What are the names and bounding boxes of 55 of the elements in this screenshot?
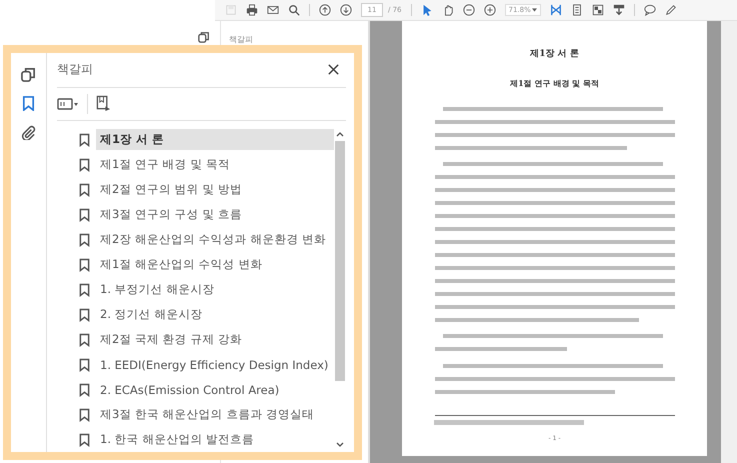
bookmark-icon <box>79 332 90 346</box>
options-icon[interactable] <box>57 96 79 111</box>
bookmark-icon[interactable] <box>21 96 36 111</box>
pages-icon[interactable] <box>198 31 210 43</box>
new-bookmark-icon[interactable] <box>96 95 111 112</box>
panel-title: 책갈피 <box>57 61 93 78</box>
print-icon[interactable] <box>246 4 258 16</box>
bookmark-icon <box>79 358 90 372</box>
bookmark-item[interactable]: 2. 정기선 해운시장 <box>96 304 334 325</box>
scroll-down-icon[interactable] <box>336 442 344 448</box>
bookmark-icon <box>79 132 90 146</box>
paperclip-icon[interactable] <box>21 125 36 140</box>
section-heading: 제1절 연구 배경 및 목적 <box>510 78 599 89</box>
cursor-icon[interactable] <box>420 4 432 16</box>
zoom-out-icon[interactable] <box>462 4 474 16</box>
bookmark-item[interactable]: 제2절 연구의 범위 및 방법 <box>96 179 334 200</box>
scroll-up-icon[interactable] <box>336 131 344 137</box>
scrollbar[interactable] <box>721 21 737 463</box>
bookmark-item[interactable]: 1. 한국 해운산업의 발전흐름 <box>96 429 334 450</box>
bookmark-icon <box>79 208 90 222</box>
bookmark-item[interactable]: 1. EEDI(Energy Efficiency Design Index) <box>96 354 334 374</box>
bookmark-item[interactable]: 제2장 해운산업의 수익성과 해운환경 변화 <box>96 229 334 250</box>
close-icon[interactable] <box>327 63 340 76</box>
bookmark-icon <box>79 408 90 422</box>
bookmark-item[interactable]: 제3절 연구의 구성 및 흐름 <box>96 204 334 225</box>
bookmark-icon <box>79 282 90 296</box>
page-up-icon[interactable] <box>319 4 331 16</box>
search-icon[interactable] <box>288 4 300 16</box>
bookmark-item[interactable]: 제2절 국제 환경 규제 강화 <box>96 329 334 350</box>
bookmark-icon <box>79 308 90 322</box>
bookmark-item[interactable]: 1. 부정기선 해운시장 <box>96 279 334 300</box>
zoom-in-icon[interactable] <box>484 4 496 16</box>
fullscreen-icon[interactable] <box>592 4 604 16</box>
bookmark-icon <box>79 382 90 396</box>
bookmark-item[interactable]: 2. ECAs(Emission Control Area) <box>96 380 334 400</box>
panel-title: 책갈피 <box>229 35 253 44</box>
mail-icon[interactable] <box>267 4 279 16</box>
chapter-heading: 제1장 서 론 <box>530 48 579 60</box>
bookmark-item[interactable]: 제1절 연구 배경 및 목적 <box>96 154 334 175</box>
bookmark-icon <box>79 232 90 246</box>
bookmark-icon <box>79 432 90 446</box>
fit-page-icon[interactable] <box>550 4 562 16</box>
bookmark-icon <box>79 158 90 172</box>
bookmark-icon <box>79 258 90 272</box>
caret-icon <box>532 8 536 12</box>
pen-icon[interactable] <box>664 4 676 16</box>
page-down-icon[interactable] <box>340 4 352 16</box>
bookmark-item[interactable]: 제1절 해운산업의 수익성 변화 <box>96 254 334 275</box>
document-icon[interactable] <box>570 4 582 16</box>
comment-icon[interactable] <box>644 4 656 16</box>
bookmark-icon <box>79 182 90 196</box>
stamp-icon[interactable] <box>612 4 624 16</box>
bookmark-item[interactable]: 제3절 한국 해운산업의 흐름과 경영실태 <box>96 404 334 425</box>
bookmark-item[interactable]: 제1장 서 론 <box>96 129 334 150</box>
pages-icon[interactable] <box>21 67 36 82</box>
